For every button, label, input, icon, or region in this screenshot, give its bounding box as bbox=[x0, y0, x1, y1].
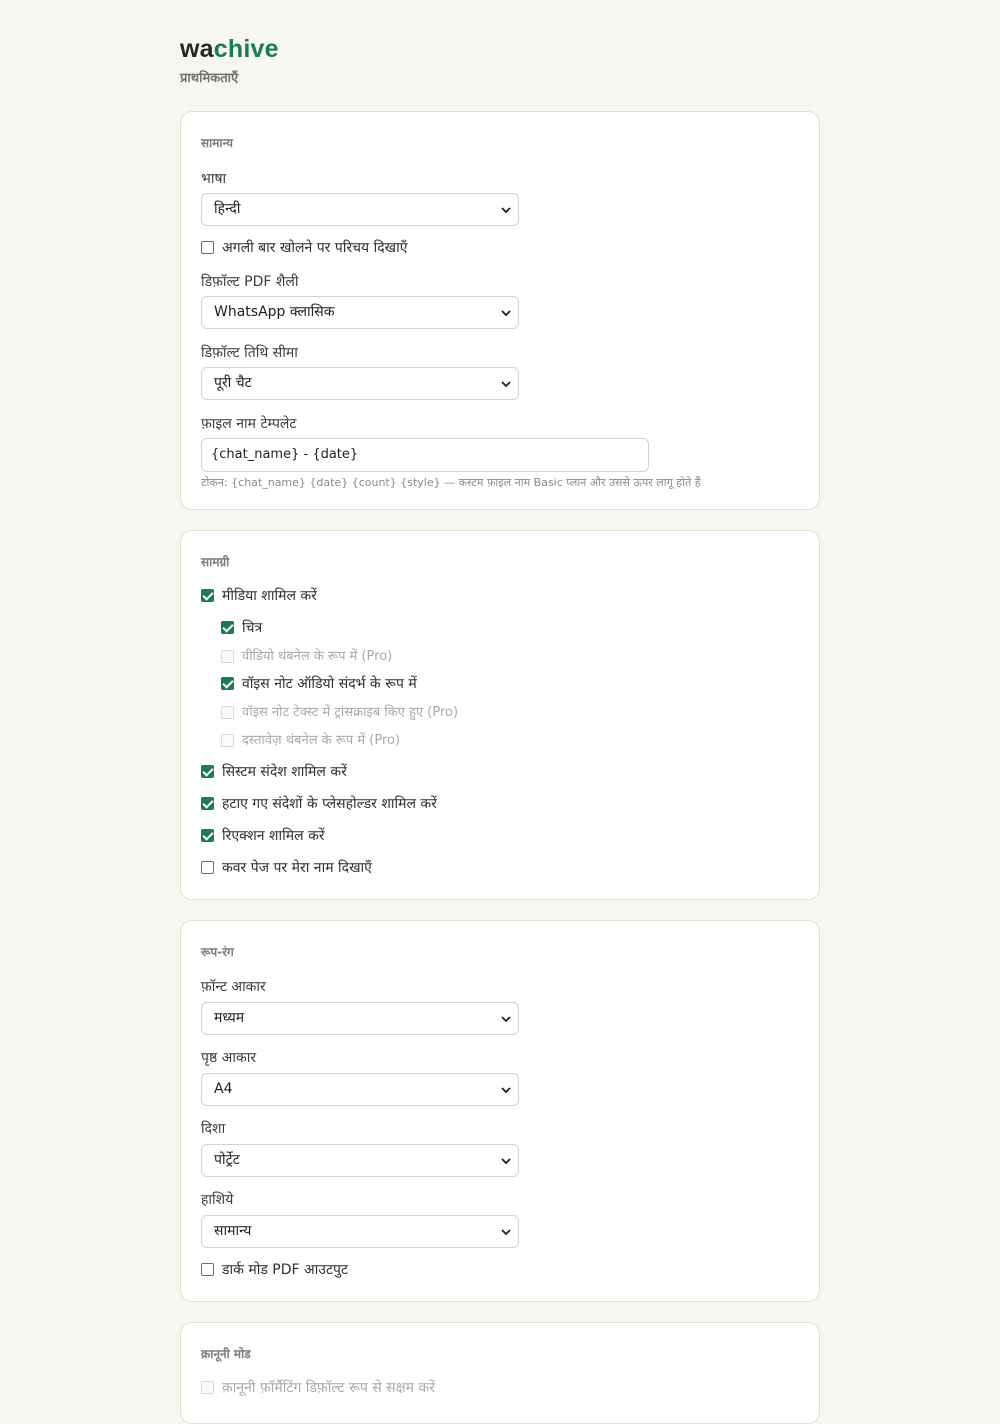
pdf-style-select[interactable]: WhatsApp क्लासिक bbox=[201, 296, 519, 329]
page-size-select[interactable]: A4 bbox=[201, 1073, 519, 1106]
section-title-appearance: रूप-रंग bbox=[201, 945, 234, 959]
video-thumbnails-checkbox[interactable] bbox=[221, 650, 234, 663]
content-section-card: सामग्री मीडिया शामिल करें चित्र वीडियो थ… bbox=[180, 530, 820, 900]
document-thumbnails-checkbox[interactable] bbox=[221, 734, 234, 747]
voice-note-transcribe-label: वॉइस नोट टेक्स्ट में ट्रांसक्राइब किए हु… bbox=[242, 705, 459, 720]
cover-name-checkbox[interactable] bbox=[201, 861, 214, 874]
general-section-card: सामान्य भाषा हिन्दी अगली बार खोलने पर पर… bbox=[180, 111, 820, 510]
voice-note-audio-checkbox[interactable] bbox=[221, 677, 234, 690]
filename-template-value: {chat_name} - {date} bbox=[211, 447, 359, 462]
date-range-select-value: पूरी चैट bbox=[214, 375, 252, 391]
font-size-label: फ़ॉन्ट आकार bbox=[201, 979, 266, 995]
chevron-down-icon bbox=[501, 1229, 511, 1236]
orientation-label: दिशा bbox=[201, 1121, 226, 1137]
language-label: भाषा bbox=[201, 171, 227, 187]
font-size-select-value: मध्यम bbox=[214, 1010, 245, 1026]
section-title-general: सामान्य bbox=[201, 136, 234, 150]
images-checkbox[interactable] bbox=[221, 621, 234, 634]
chevron-down-icon bbox=[501, 1158, 511, 1165]
section-title-legal: क़ानूनी मोड bbox=[201, 1347, 251, 1361]
page-title: प्राथमिकताएँ bbox=[180, 71, 239, 86]
filename-template-input[interactable]: {chat_name} - {date} bbox=[201, 438, 649, 472]
include-media-label: मीडिया शामिल करें bbox=[222, 588, 317, 604]
chevron-down-icon bbox=[501, 381, 511, 388]
deleted-placeholders-checkbox[interactable] bbox=[201, 797, 214, 810]
document-thumbnails-label: दस्तावेज़ थंबनेल के रूप में (Pro) bbox=[242, 733, 401, 748]
video-thumbnails-label: वीडियो थंबनेल के रूप में (Pro) bbox=[242, 649, 393, 664]
section-title-content: सामग्री bbox=[201, 555, 230, 569]
legal-formatting-checkbox[interactable] bbox=[201, 1381, 214, 1394]
images-label: चित्र bbox=[242, 620, 263, 636]
orientation-select-value: पोर्ट्रेट bbox=[214, 1152, 240, 1168]
chevron-down-icon bbox=[501, 1087, 511, 1094]
font-size-select[interactable]: मध्यम bbox=[201, 1002, 519, 1035]
filename-template-hint: टोकन: {chat_name} {date} {count} {style}… bbox=[201, 476, 701, 489]
app-logo: wachive bbox=[180, 35, 279, 63]
chevron-down-icon bbox=[501, 1016, 511, 1023]
show-intro-label: अगली बार खोलने पर परिचय दिखाएँ bbox=[222, 240, 408, 256]
include-media-checkbox[interactable] bbox=[201, 589, 214, 602]
chevron-down-icon bbox=[501, 310, 511, 317]
margins-select[interactable]: सामान्य bbox=[201, 1215, 519, 1248]
language-select-value: हिन्दी bbox=[214, 201, 241, 217]
language-select[interactable]: हिन्दी bbox=[201, 193, 519, 226]
cover-name-label: कवर पेज पर मेरा नाम दिखाएँ bbox=[222, 860, 372, 876]
pdf-style-select-value: WhatsApp क्लासिक bbox=[214, 304, 335, 320]
dark-mode-label: डार्क मोड PDF आउटपुट bbox=[222, 1262, 349, 1278]
reactions-checkbox[interactable] bbox=[201, 829, 214, 842]
system-messages-label: सिस्टम संदेश शामिल करें bbox=[222, 764, 347, 780]
show-intro-checkbox[interactable] bbox=[201, 241, 214, 254]
legal-section-card: क़ानूनी मोड क़ानूनी फ़ॉर्मैटिंग डिफ़ॉल्ट… bbox=[180, 1322, 820, 1424]
orientation-select[interactable]: पोर्ट्रेट bbox=[201, 1144, 519, 1177]
date-range-select[interactable]: पूरी चैट bbox=[201, 367, 519, 400]
page-size-select-value: A4 bbox=[214, 1081, 233, 1097]
legal-formatting-label: क़ानूनी फ़ॉर्मैटिंग डिफ़ॉल्ट रूप से सक्ष… bbox=[222, 1380, 435, 1396]
appearance-section-card: रूप-रंग फ़ॉन्ट आकार मध्यम पृष्ठ आकार A4 … bbox=[180, 920, 820, 1302]
dark-mode-checkbox[interactable] bbox=[201, 1263, 214, 1276]
margins-label: हाशिये bbox=[201, 1192, 234, 1208]
chevron-down-icon bbox=[501, 207, 511, 214]
reactions-label: रिएक्शन शामिल करें bbox=[222, 828, 325, 844]
voice-note-audio-label: वॉइस नोट ऑडियो संदर्भ के रूप में bbox=[242, 676, 417, 692]
margins-select-value: सामान्य bbox=[214, 1223, 252, 1239]
pdf-style-label: डिफ़ॉल्ट PDF शैली bbox=[201, 274, 299, 290]
page-size-label: पृष्ठ आकार bbox=[201, 1050, 257, 1066]
deleted-placeholders-label: हटाए गए संदेशों के प्लेसहोल्डर शामिल करे… bbox=[222, 796, 437, 812]
filename-template-label: फ़ाइल नाम टेम्पलेट bbox=[201, 416, 297, 432]
system-messages-checkbox[interactable] bbox=[201, 765, 214, 778]
voice-note-transcribe-checkbox[interactable] bbox=[221, 706, 234, 719]
date-range-label: डिफ़ॉल्ट तिथि सीमा bbox=[201, 345, 298, 361]
